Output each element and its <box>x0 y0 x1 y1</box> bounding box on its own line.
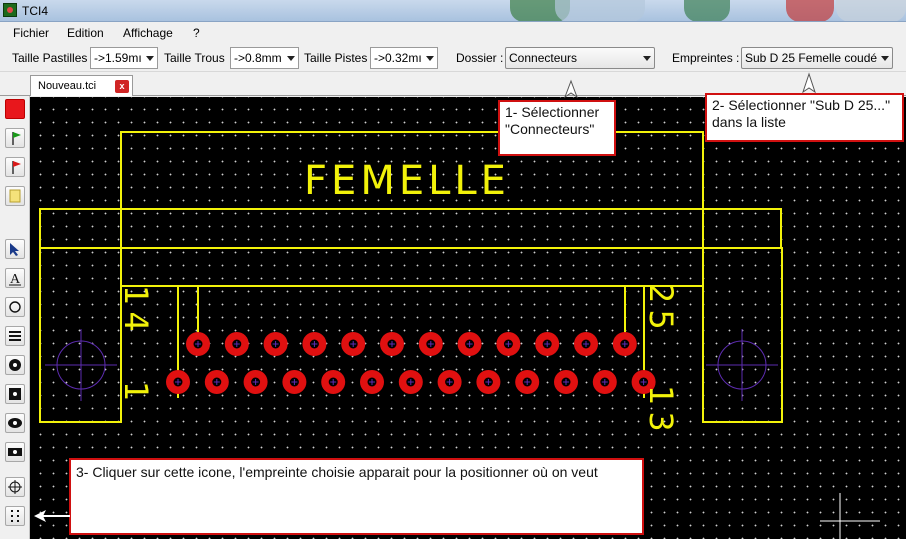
annotation-step1: 1- Sélectionner "Connecteurs" <box>498 100 616 156</box>
crosshair-icon[interactable] <box>5 477 25 497</box>
origin-crosshair <box>820 493 880 539</box>
close-icon[interactable]: x <box>115 80 129 93</box>
dossier-select[interactable]: Connecteurs <box>505 47 655 69</box>
annotation-step3: 3- Cliquer sur cette icone, l'empreinte … <box>69 458 644 535</box>
pistes-label: Taille Pistes <box>304 51 368 65</box>
square-pad-icon[interactable] <box>5 384 25 404</box>
silk-label-femelle: FEMELLE <box>304 158 510 204</box>
menu-bar: Fichier Edition Affichage ? <box>0 22 906 44</box>
footprint-icon[interactable] <box>5 506 25 526</box>
dossier-value: Connecteurs <box>509 51 578 65</box>
chevron-down-icon <box>146 56 154 61</box>
oval-pad-icon[interactable] <box>5 413 25 433</box>
title-decoration <box>555 0 645 21</box>
tab-nouveau[interactable]: Nouveau.tci x <box>30 75 133 96</box>
title-decoration <box>684 0 730 21</box>
dossier-label: Dossier : <box>456 51 504 65</box>
red-flag-icon[interactable] <box>5 157 25 177</box>
green-flag-icon[interactable] <box>5 128 25 148</box>
silk-label-13: 13 <box>642 385 680 438</box>
title-decoration <box>836 0 906 21</box>
pistes-value: ->0.32mı <box>374 51 422 65</box>
annotation-step2: 2- Sélectionner "Sub D 25..." dans la li… <box>705 93 904 142</box>
red-square-icon[interactable] <box>5 99 25 119</box>
round-pad-icon[interactable] <box>5 355 25 375</box>
tab-label: Nouveau.tci <box>38 80 97 92</box>
menu-help[interactable]: ? <box>193 26 200 40</box>
chevron-down-icon <box>881 56 889 61</box>
menu-edition[interactable]: Edition <box>67 26 104 40</box>
circle-pad-icon[interactable] <box>5 297 25 317</box>
empreintes-select[interactable]: Sub D 25 Femelle coudé <box>741 47 893 69</box>
empreintes-label: Empreintes : <box>672 51 740 65</box>
pastilles-select[interactable]: ->1.59mı <box>90 47 158 69</box>
chevron-down-icon <box>643 56 651 61</box>
tool-palette: A <box>0 96 30 539</box>
title-decoration <box>786 0 834 21</box>
silk-label-25: 25 <box>642 283 680 336</box>
pointer-icon[interactable] <box>5 239 25 259</box>
pastilles-value: ->1.59mı <box>94 51 142 65</box>
chevron-down-icon <box>287 56 295 61</box>
annotation-arrow-up-icon <box>802 72 816 94</box>
trous-label: Taille Trous <box>164 51 225 65</box>
pad-group <box>166 332 656 394</box>
app-icon <box>3 3 17 17</box>
annotation-arrow-left-icon <box>34 510 70 522</box>
trous-value: ->0.8mm <box>234 51 282 65</box>
menu-fichier[interactable]: Fichier <box>13 26 49 40</box>
silk-label-1: 1 <box>117 381 155 401</box>
toolbar: Taille Pastilles ->1.59mı Taille Trous -… <box>0 44 906 72</box>
silk-label-14: 14 <box>117 285 155 338</box>
chevron-down-icon <box>426 56 434 61</box>
empreintes-value: Sub D 25 Femelle coudé <box>745 51 878 65</box>
text-icon[interactable]: A <box>5 268 25 288</box>
lines-icon[interactable] <box>5 326 25 346</box>
pastilles-label: Taille Pastilles <box>12 51 88 65</box>
window-title: TCI4 <box>22 4 49 18</box>
rect-pad-icon[interactable] <box>5 442 25 462</box>
annotation-arrow-up-icon <box>563 79 579 99</box>
yellow-note-icon[interactable] <box>5 186 25 206</box>
trous-select[interactable]: ->0.8mm <box>230 47 299 69</box>
pistes-select[interactable]: ->0.32mı <box>370 47 438 69</box>
menu-affichage[interactable]: Affichage <box>123 26 173 40</box>
title-bar: TCI4 <box>0 0 906 22</box>
